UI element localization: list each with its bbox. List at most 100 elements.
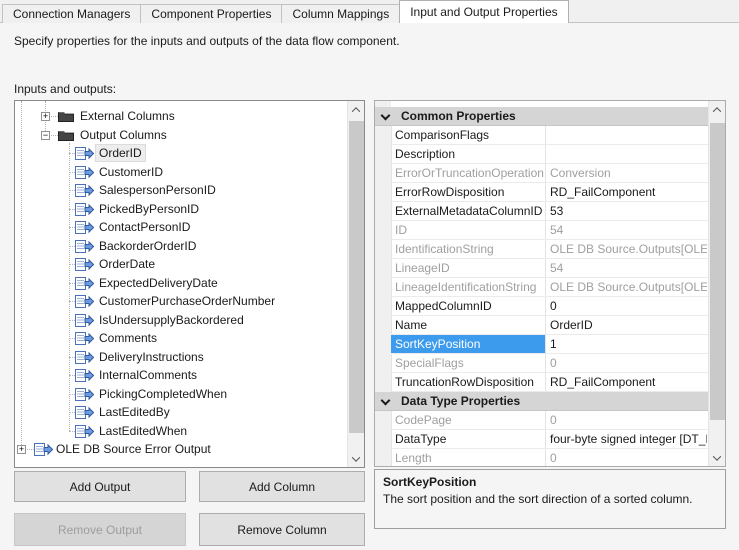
property-row-datatype[interactable]: DataTypefour-byte signed integer [DT_I4] [391,430,708,449]
expander-minus-icon[interactable]: − [41,131,50,140]
scroll-up-icon[interactable] [709,101,725,118]
property-value[interactable]: RD_FailComponent [545,373,707,391]
property-value[interactable]: 53 [545,202,707,220]
folder-icon [58,110,74,123]
property-name: SpecialFlags [391,354,545,372]
inputs-outputs-label: Inputs and outputs: [14,82,116,96]
tree-item-label: OrderID [96,145,145,161]
tree-item-pickedbypersonid[interactable]: PickedByPersonID [15,200,347,219]
tree-item-lasteditedby[interactable]: LastEditedBy [15,403,347,422]
tab-input-and-output-properties[interactable]: Input and Output Properties [399,0,568,23]
scroll-up-icon[interactable] [348,101,364,118]
property-value[interactable]: 0 [545,449,707,466]
tree-item-salespersonpersonid[interactable]: SalespersonPersonID [15,181,347,200]
tree-item-ole-db-source-error-output[interactable]: +OLE DB Source Error Output [15,440,347,459]
property-value[interactable]: 0 [545,354,707,372]
scroll-down-icon[interactable] [709,449,725,466]
property-row-truncationrowdisposition[interactable]: TruncationRowDispositionRD_FailComponent [391,373,708,392]
chevron-down-icon[interactable] [381,111,391,121]
tree-item-orderdate[interactable]: OrderDate [15,255,347,274]
tree-item-label: InternalComments [96,367,200,383]
property-description-text: The sort position and the sort direction… [383,492,717,506]
property-row-mappedcolumnid[interactable]: MappedColumnID0 [391,297,708,316]
tab-connection-managers[interactable]: Connection Managers [2,4,141,23]
tree-item-backorderorderid[interactable]: BackorderOrderID [15,237,347,256]
scroll-down-icon[interactable] [348,450,364,467]
property-value[interactable]: Conversion [545,164,707,182]
tree-item-label: IsUndersupplyBackordered [96,312,247,328]
property-value[interactable] [545,145,707,163]
property-name: ErrorOrTruncationOperation [391,164,545,182]
tree-scrollbar-thumb[interactable] [349,121,364,433]
property-value[interactable] [545,126,707,144]
property-value[interactable]: OrderID [545,316,707,334]
property-row-identificationstring[interactable]: IdentificationStringOLE DB Source.Output… [391,240,708,259]
property-name: ExternalMetadataColumnID [391,202,545,220]
property-row-id[interactable]: ID54 [391,221,708,240]
tree-item-deliveryinstructions[interactable]: DeliveryInstructions [15,348,347,367]
property-value[interactable]: OLE DB Source.Outputs[OLE DB [545,240,707,258]
property-row-errorrowdisposition[interactable]: ErrorRowDispositionRD_FailComponent [391,183,708,202]
column-icon [75,147,94,160]
tree-item-label: ExpectedDeliveryDate [96,275,221,291]
property-row-errorortruncationoperation[interactable]: ErrorOrTruncationOperationConversion [391,164,708,183]
column-icon [75,332,94,345]
tab-bar: Connection ManagersComponent PropertiesC… [2,0,568,23]
expander-plus-icon[interactable]: + [41,112,50,121]
property-value[interactable]: 0 [545,411,707,429]
property-name: ID [391,221,545,239]
tab-component-properties[interactable]: Component Properties [140,4,282,23]
expander-plus-icon[interactable]: + [17,445,26,454]
property-row-lineageidentificationstring[interactable]: LineageIdentificationStringOLE DB Source… [391,278,708,297]
property-row-description[interactable]: Description [391,145,708,164]
property-value[interactable]: OLE DB Source.Outputs[OLE DB [545,278,707,296]
property-value[interactable]: 54 [545,259,707,277]
property-row-length[interactable]: Length0 [391,449,708,466]
tab-column-mappings[interactable]: Column Mappings [281,4,400,23]
section-header-common-properties[interactable]: Common Properties [375,107,708,126]
property-value[interactable]: 0 [545,297,707,315]
property-row-name[interactable]: NameOrderID [391,316,708,335]
remove-column-button[interactable]: Remove Column [199,513,365,546]
tree-item-label: CustomerPurchaseOrderNumber [96,293,278,309]
property-row-comparisonflags[interactable]: ComparisonFlags [391,126,708,145]
tree-item-pickingcompletedwhen[interactable]: PickingCompletedWhen [15,385,347,404]
tree-item-contactpersonid[interactable]: ContactPersonID [15,218,347,237]
tree-item-comments[interactable]: Comments [15,329,347,348]
chevron-down-icon[interactable] [381,396,391,406]
tree-item-label: DeliveryInstructions [96,349,207,365]
column-icon [75,425,94,438]
tree-item-customerpurchaseordernumber[interactable]: CustomerPurchaseOrderNumber [15,292,347,311]
grid-scrollbar-thumb[interactable] [710,123,725,420]
column-icon [75,166,94,179]
tree-item-isundersupplybackordered[interactable]: IsUndersupplyBackordered [15,311,347,330]
section-header-data-type-properties[interactable]: Data Type Properties [375,392,708,411]
grid-scrollbar[interactable] [708,101,725,466]
property-row-sortkeyposition[interactable]: SortKeyPosition1 [391,335,708,354]
property-value[interactable]: RD_FailComponent [545,183,707,201]
property-name: ErrorRowDisposition [391,183,545,201]
add-output-button[interactable]: Add Output [14,471,186,502]
property-value[interactable]: 54 [545,221,707,239]
tree-scrollbar[interactable] [347,101,364,467]
tree-item-internalcomments[interactable]: InternalComments [15,366,347,385]
add-column-button[interactable]: Add Column [199,471,365,502]
tree-item-lasteditedwhen[interactable]: LastEditedWhen [15,422,347,441]
property-row-lineageid[interactable]: LineageID54 [391,259,708,278]
tree-item-label: LastEditedWhen [96,423,190,439]
tree-item-output-columns[interactable]: −Output Columns [15,126,347,145]
property-value[interactable]: 1 [545,335,707,353]
property-row-specialflags[interactable]: SpecialFlags0 [391,354,708,373]
property-name: SortKeyPosition [391,335,545,353]
tree-item-orderid[interactable]: OrderID [15,144,347,163]
property-name: TruncationRowDisposition [391,373,545,391]
property-value[interactable]: four-byte signed integer [DT_I4] [545,430,707,448]
property-name: CodePage [391,411,545,429]
property-row-externalmetadatacolumnid[interactable]: ExternalMetadataColumnID53 [391,202,708,221]
property-grid: Common PropertiesComparisonFlagsDescript… [374,100,726,467]
property-row-codepage[interactable]: CodePage0 [391,411,708,430]
tree-item-expecteddeliverydate[interactable]: ExpectedDeliveryDate [15,274,347,293]
tree-item-external-columns[interactable]: +External Columns [15,107,347,126]
tree-item-customerid[interactable]: CustomerID [15,163,347,182]
property-name: ComparisonFlags [391,126,545,144]
